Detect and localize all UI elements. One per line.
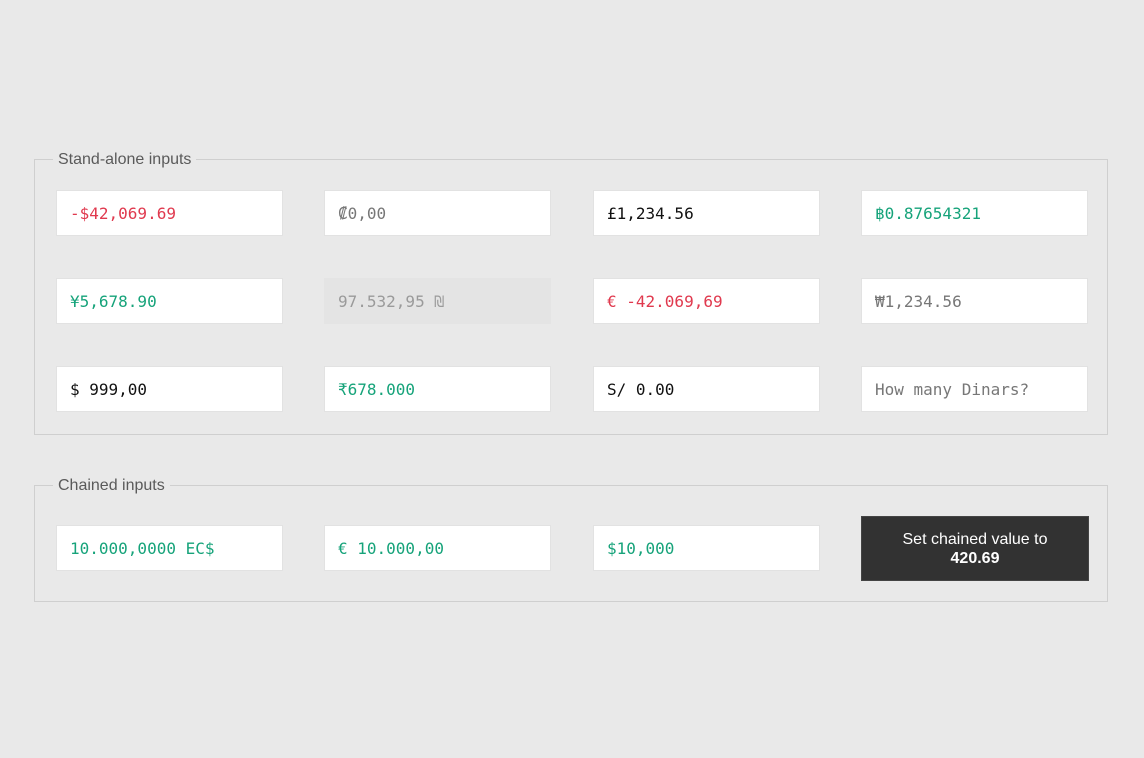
currency-input-sol[interactable] <box>593 366 820 412</box>
currency-input-rupee[interactable] <box>324 366 551 412</box>
set-chained-value-amount: 420.69 <box>950 549 1000 567</box>
set-chained-value-label: Set chained value to <box>902 530 1048 548</box>
currency-input-eur-negative[interactable] <box>593 278 820 324</box>
chained-legend: Chained inputs <box>53 476 170 496</box>
currency-input-dinar[interactable] <box>861 366 1088 412</box>
currency-input-shekel-disabled <box>324 278 551 324</box>
standalone-fieldset: Stand-alone inputs <box>34 150 1108 435</box>
set-chained-value-button[interactable]: Set chained value to 420.69 <box>861 516 1089 581</box>
currency-input-colon[interactable] <box>324 190 551 236</box>
chained-fieldset: Chained inputs Set chained value to 420.… <box>34 476 1108 602</box>
standalone-legend: Stand-alone inputs <box>53 150 197 170</box>
currency-input-usd-comma[interactable] <box>56 366 283 412</box>
currency-input-baht[interactable] <box>861 190 1088 236</box>
currency-input-usd-negative[interactable] <box>56 190 283 236</box>
chained-input-eur[interactable] <box>324 525 551 571</box>
currency-input-won[interactable] <box>861 278 1088 324</box>
chained-input-ecd[interactable] <box>56 525 283 571</box>
currency-input-gbp[interactable] <box>593 190 820 236</box>
currency-input-yen[interactable] <box>56 278 283 324</box>
chained-input-usd[interactable] <box>593 525 820 571</box>
